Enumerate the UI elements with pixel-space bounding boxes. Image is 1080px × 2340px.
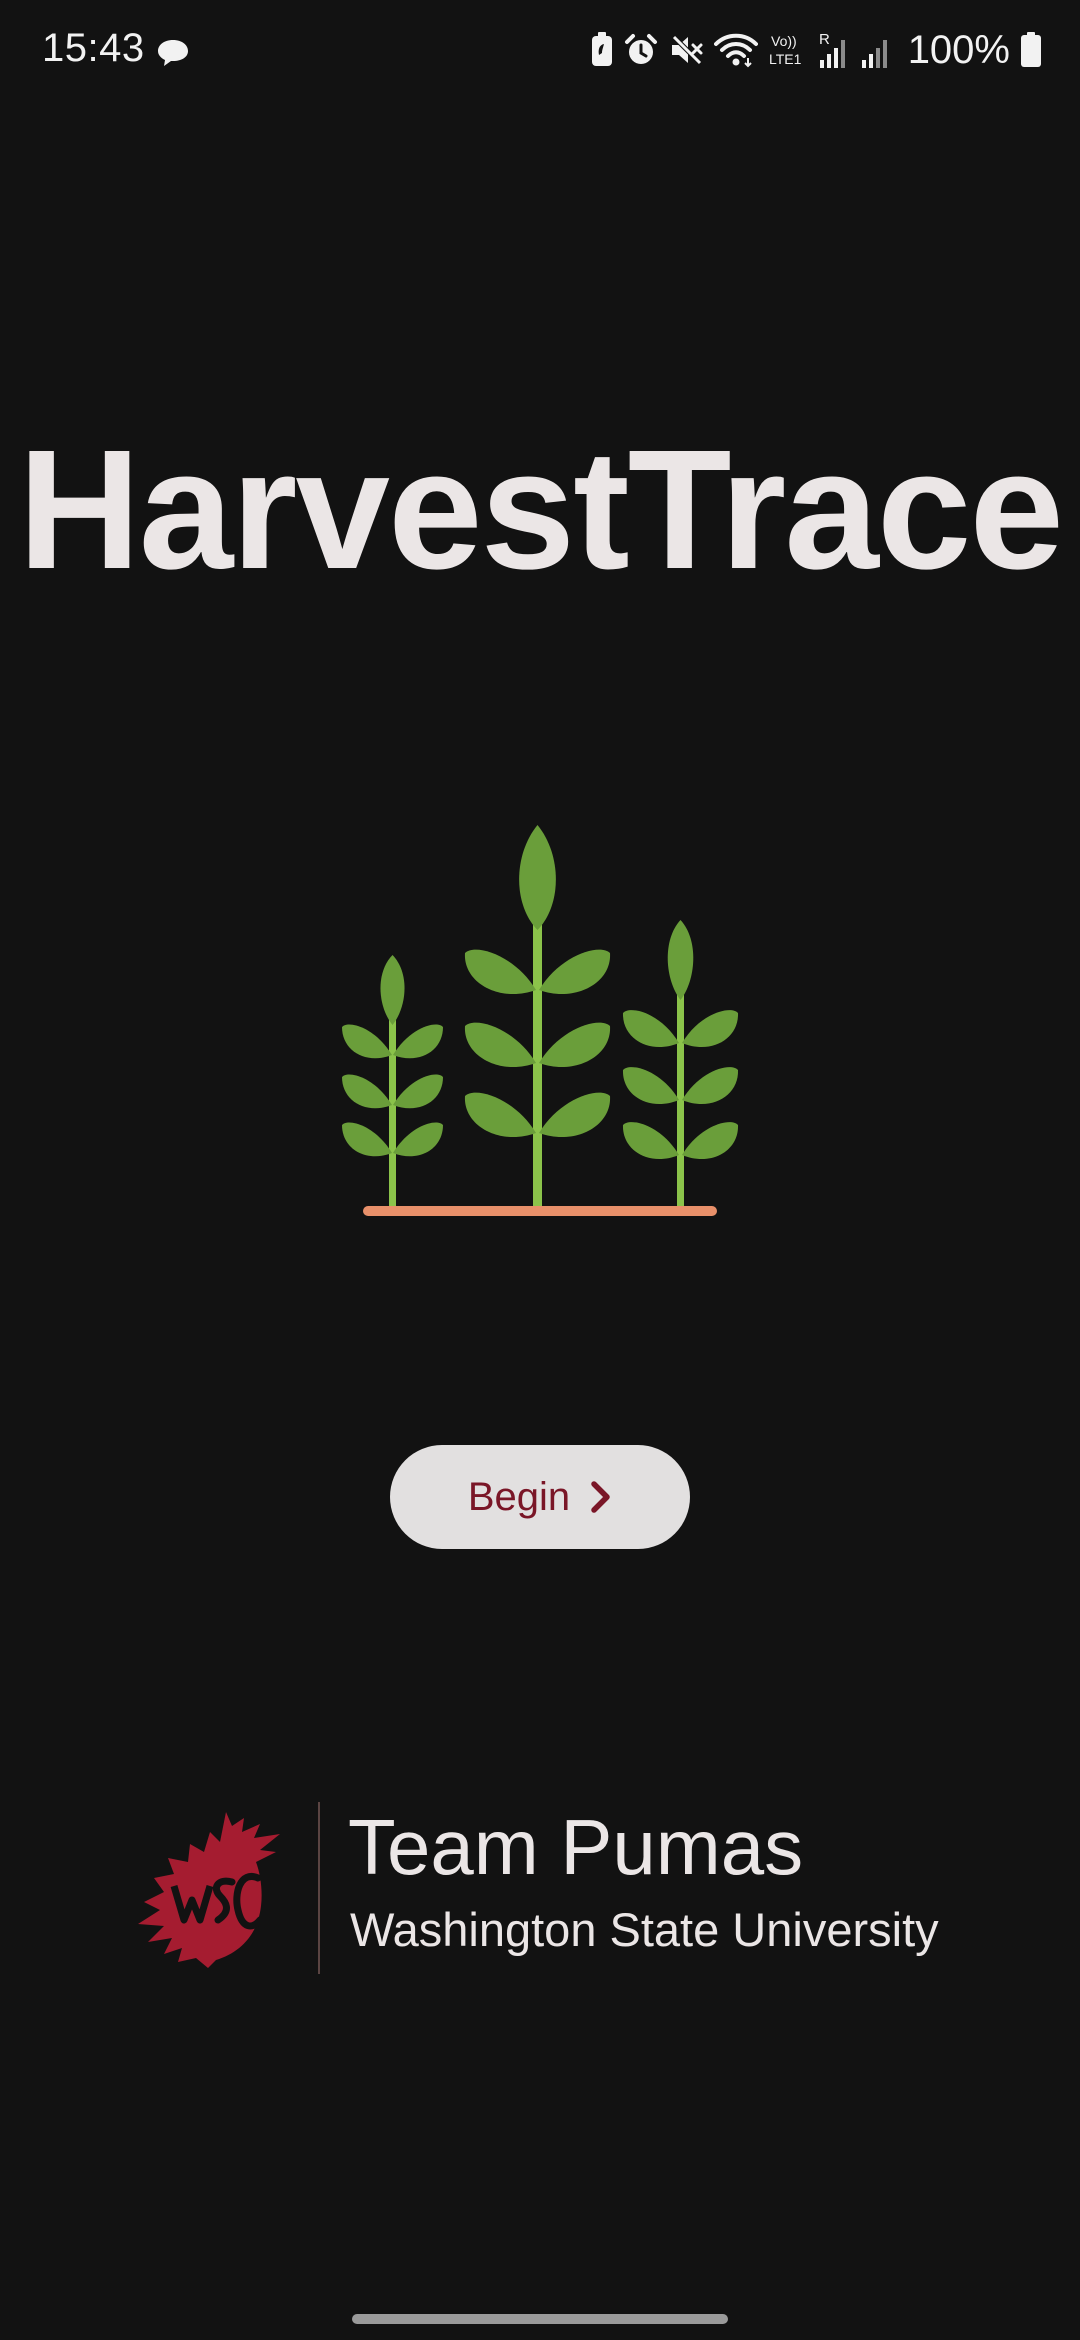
battery-percentage: 100% xyxy=(907,27,1010,72)
right-plant xyxy=(622,920,739,1207)
app-title: HarvestTrace xyxy=(18,415,1064,605)
team-name: Team Pumas xyxy=(348,1803,804,1891)
footer-divider xyxy=(318,1802,320,1974)
status-time: 15:43 xyxy=(42,26,145,70)
roaming-signal-icon: R xyxy=(819,31,845,68)
status-bar: 15:43 Vo)) LTE1 R 100% xyxy=(0,0,1080,100)
svg-text:LTE1: LTE1 xyxy=(769,51,802,67)
battery-saver-icon xyxy=(591,32,612,66)
battery-icon xyxy=(1021,32,1041,67)
middle-plant xyxy=(464,825,611,1207)
plants-icon xyxy=(342,825,739,1216)
left-plant xyxy=(342,955,443,1207)
begin-button-label: Begin xyxy=(467,1474,571,1519)
wsu-cougar-logo-icon xyxy=(138,1812,280,1968)
chat-bubble-icon xyxy=(158,40,188,66)
university-name: Washington State University xyxy=(350,1903,939,1956)
status-icons: Vo)) LTE1 R 100% xyxy=(590,26,1042,74)
footer-branding: Team Pumas Washington State University xyxy=(0,1790,1080,1980)
mute-icon xyxy=(671,35,703,65)
wifi-icon xyxy=(713,33,758,68)
signal-icon xyxy=(861,40,887,68)
volte-icon: Vo)) LTE1 xyxy=(769,33,802,67)
begin-button[interactable]: Begin xyxy=(390,1445,690,1549)
alarm-icon xyxy=(624,34,657,64)
home-indicator[interactable] xyxy=(352,2314,728,2324)
svg-text:Vo)): Vo)) xyxy=(771,33,797,49)
soil-line xyxy=(363,1206,717,1216)
svg-text:R: R xyxy=(819,31,830,48)
chevron-right-icon xyxy=(591,1481,610,1513)
